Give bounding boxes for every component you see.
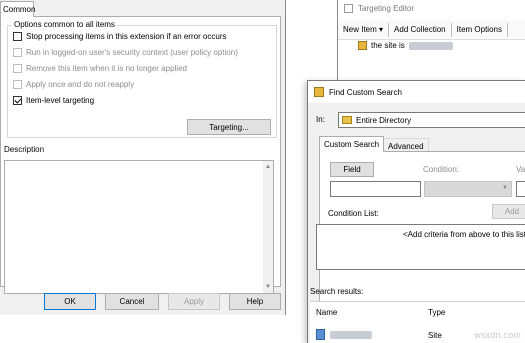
find-custom-search-dialog: Find Custom Search In: Entire Directory … <box>307 80 525 343</box>
column-header-type[interactable]: Type <box>428 308 445 317</box>
search-results-label: Search results: <box>310 287 364 296</box>
remove-item-checkbox <box>13 64 22 73</box>
scope-value: Entire Directory <box>356 115 412 125</box>
common-tab-panel: Options common to all items Stop process… <box>0 16 281 294</box>
tab-custom-search[interactable]: Custom Search <box>319 136 385 152</box>
in-label: In: <box>316 115 325 124</box>
chevron-down-icon: ▼ <box>502 185 508 191</box>
options-group-legend: Options common to all items <box>12 20 117 29</box>
stop-processing-option[interactable]: Stop processing items in this extension … <box>13 32 227 41</box>
ok-button[interactable]: OK <box>44 293 96 310</box>
new-item-menu[interactable]: New Item ▾ <box>338 22 390 37</box>
find-custom-search-titlebar: Find Custom Search <box>308 81 525 103</box>
apply-once-option: Apply once and do not reapply <box>13 80 134 89</box>
condition-label: Condition: <box>423 165 460 174</box>
item-level-targeting-checkbox[interactable] <box>13 96 22 105</box>
condition-list[interactable]: <Add criteria from above to this list> <box>316 224 525 270</box>
run-logged-on-option: Run in logged-on user's security context… <box>13 48 238 57</box>
item-level-targeting-option[interactable]: Item-level targeting <box>13 96 94 105</box>
redacted-result-name <box>330 331 372 339</box>
add-collection-button[interactable]: Add Collection <box>389 22 452 37</box>
description-scrollbar[interactable]: ▲ ▼ <box>263 161 273 293</box>
help-button[interactable]: Help <box>229 293 281 310</box>
stop-processing-label: Stop processing items in this extension … <box>26 32 227 41</box>
targeting-button[interactable]: Targeting... <box>187 119 271 135</box>
run-logged-on-label: Run in logged-on user's security context… <box>26 48 238 57</box>
targeting-editor-titlebar: Targeting Editor <box>338 0 525 16</box>
watermark: wsxdn.com <box>474 330 521 340</box>
run-logged-on-checkbox <box>13 48 22 57</box>
value-label: Va <box>516 165 525 174</box>
redacted-site-name <box>408 41 453 50</box>
targeting-tree-item[interactable]: the site is <box>358 41 453 50</box>
site-item-icon <box>358 41 367 50</box>
condition-list-placeholder: <Add criteria from above to this list> <box>403 230 525 239</box>
value-textbox[interactable] <box>516 181 525 197</box>
site-icon <box>316 329 325 340</box>
apply-once-label: Apply once and do not reapply <box>26 80 135 89</box>
search-dialog-icon <box>314 87 324 97</box>
scroll-up-icon[interactable]: ▲ <box>265 164 271 170</box>
apply-once-checkbox <box>13 80 22 89</box>
description-label: Description <box>4 145 45 154</box>
add-button: Add <box>492 204 525 219</box>
description-textarea[interactable]: ▲ ▼ <box>4 160 274 294</box>
find-custom-search-title: Find Custom Search <box>329 87 402 97</box>
properties-dialog: Common Options common to all items Stop … <box>0 0 286 315</box>
targeting-editor-icon <box>344 3 353 13</box>
field-textbox[interactable] <box>330 181 421 197</box>
item-level-targeting-label: Item-level targeting <box>26 96 95 105</box>
tab-common[interactable]: Common <box>0 1 35 17</box>
item-options-menu[interactable]: Item Options <box>452 22 508 37</box>
tree-item-label: the site is <box>371 41 405 50</box>
targeting-editor-window: Targeting Editor New Item ▾ Add Collecti… <box>337 0 525 88</box>
cancel-button[interactable]: Cancel <box>105 293 159 310</box>
condition-list-label: Condition List: <box>328 209 379 218</box>
remove-item-option: Remove this item when it is no longer ap… <box>13 64 187 73</box>
result-type: Site <box>428 331 442 340</box>
remove-item-label: Remove this item when it is no longer ap… <box>26 64 187 73</box>
apply-button: Apply <box>168 293 220 310</box>
options-group: Options common to all items Stop process… <box>7 20 277 138</box>
scroll-down-icon[interactable]: ▼ <box>265 284 271 290</box>
folder-icon <box>342 116 352 124</box>
targeting-editor-toolbar: New Item ▾ Add Collection Item Options <box>338 20 525 40</box>
column-header-name[interactable]: Name <box>316 308 337 317</box>
stop-processing-checkbox[interactable] <box>13 32 22 41</box>
condition-dropdown: ▼ <box>424 181 512 197</box>
targeting-editor-title: Targeting Editor <box>358 3 415 13</box>
field-button[interactable]: Field <box>330 162 374 177</box>
scope-dropdown[interactable]: Entire Directory <box>338 112 525 128</box>
